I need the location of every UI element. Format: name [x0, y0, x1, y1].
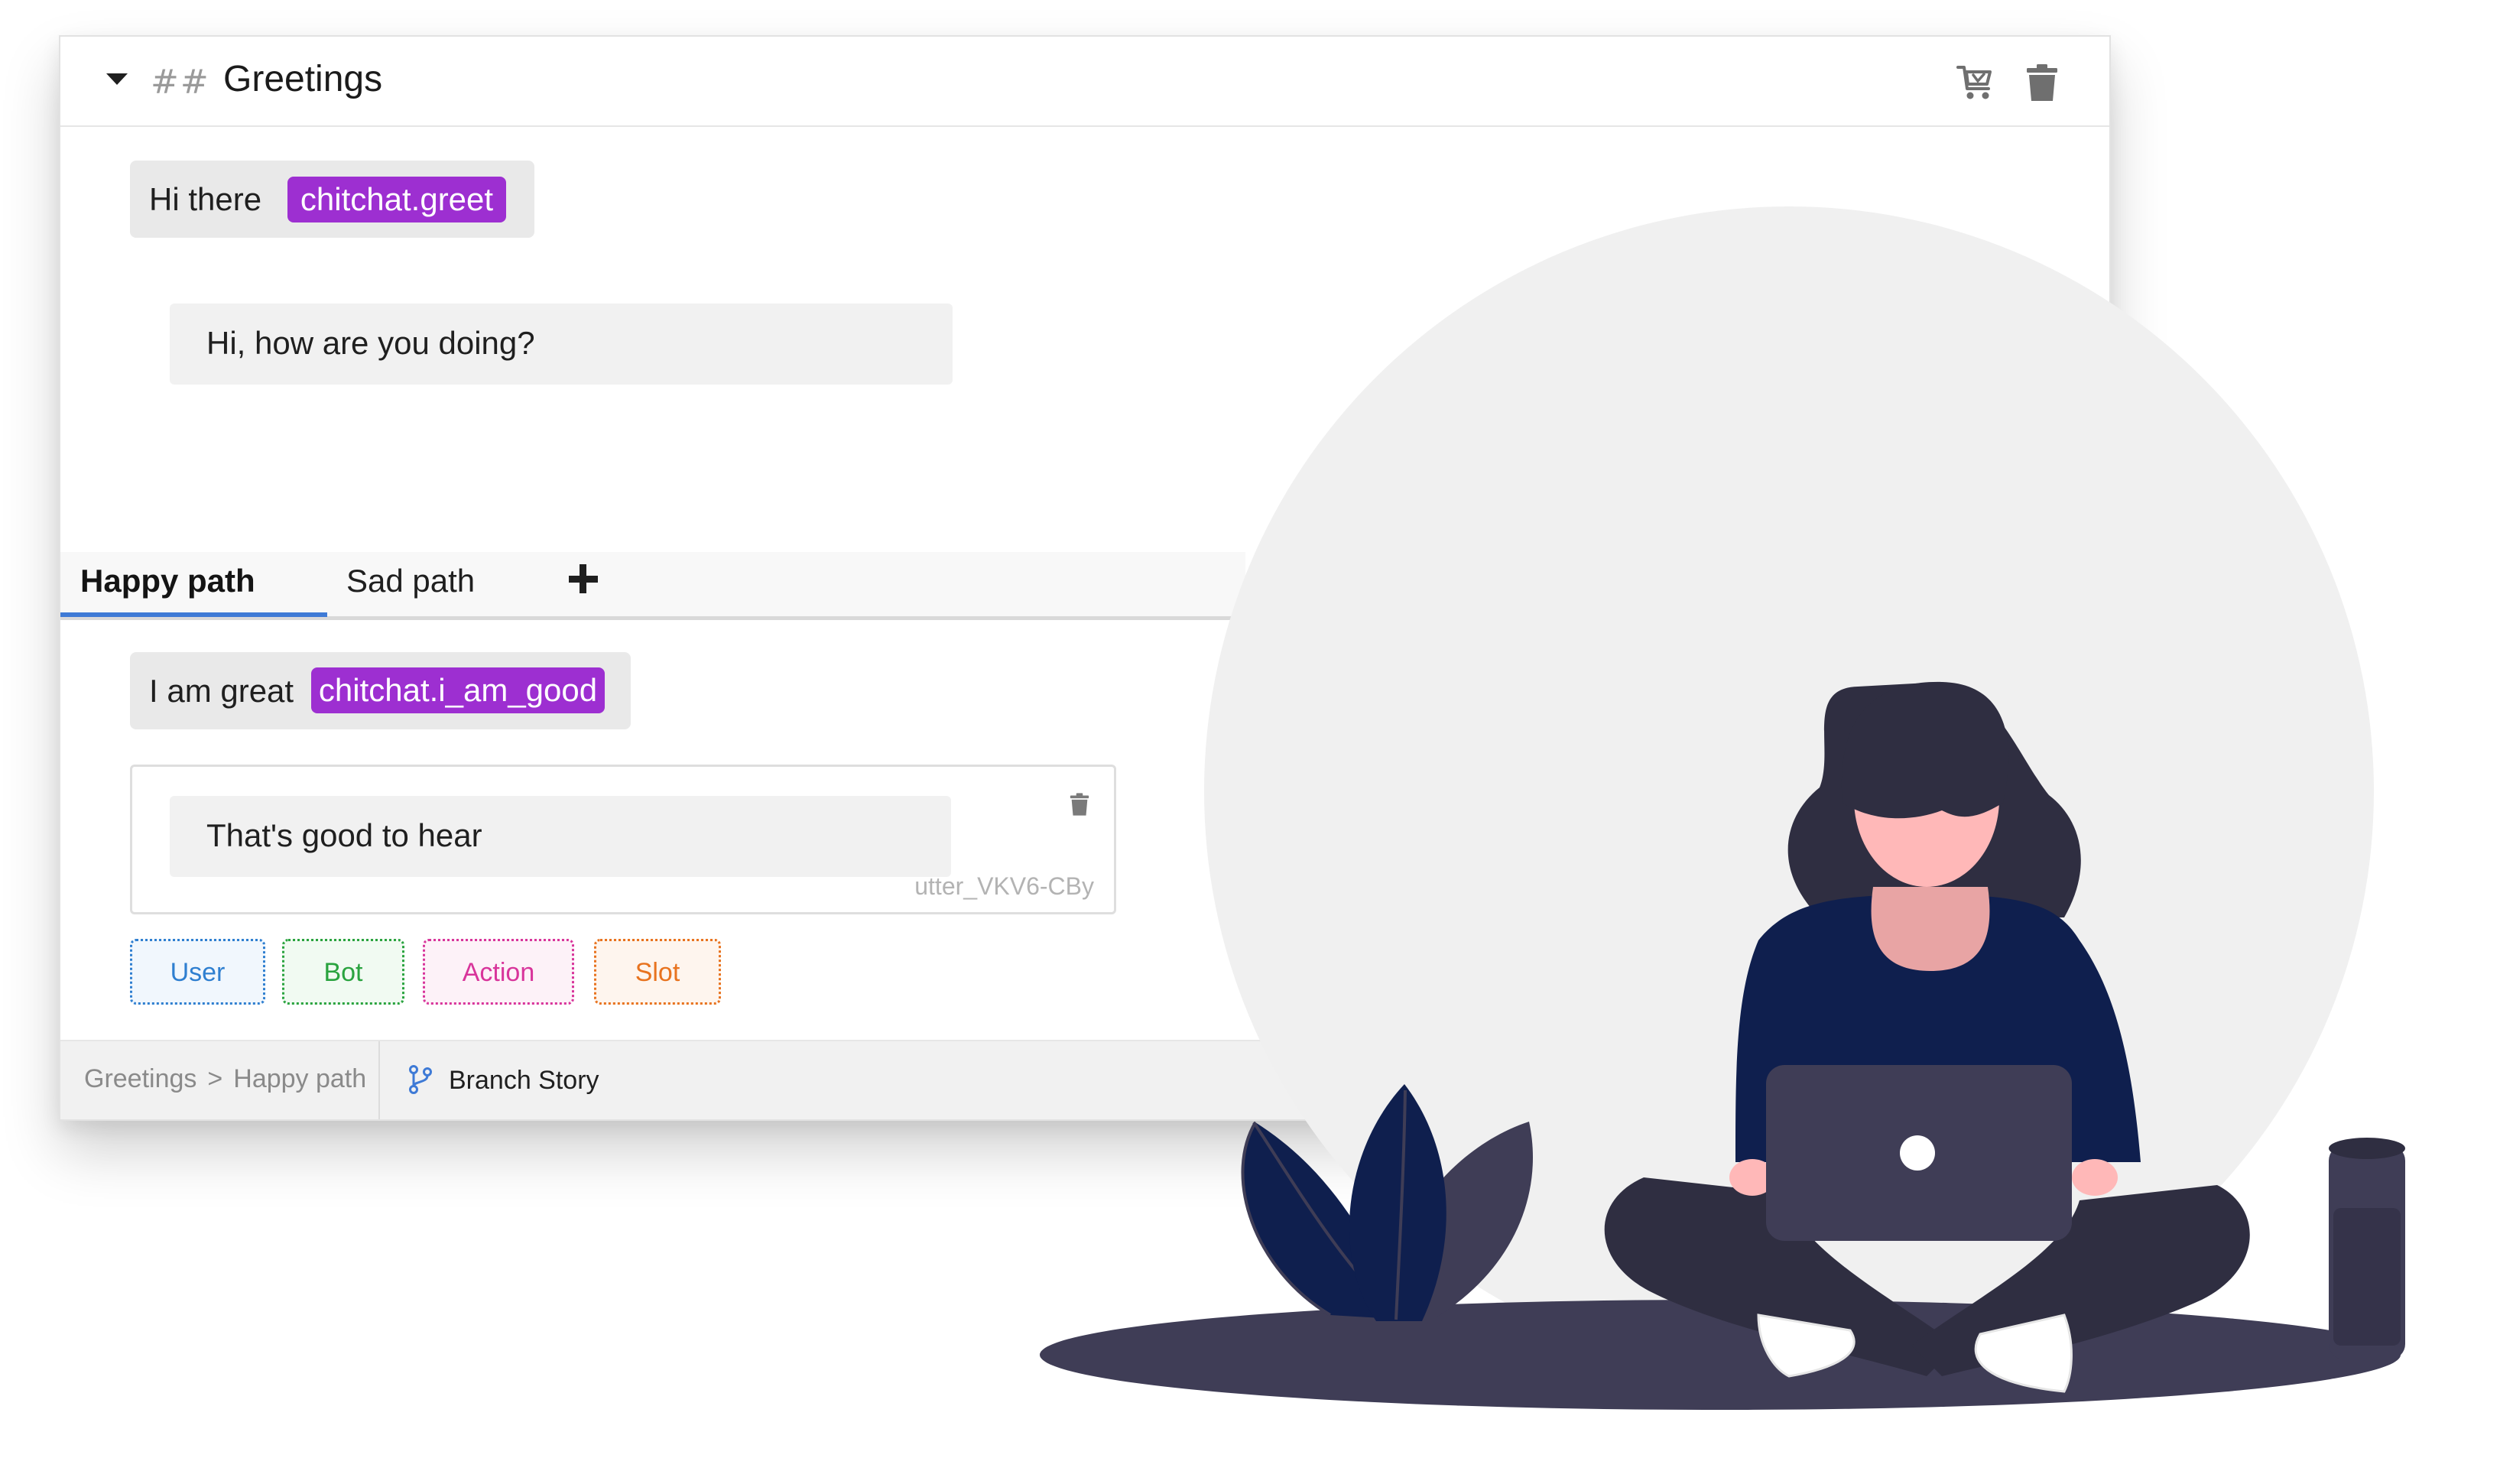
user-utterance[interactable]: I am great chitchat.i_am_good [130, 652, 631, 729]
add-user-button[interactable]: User [130, 939, 265, 1005]
tab-sad-path[interactable]: Sad path [346, 563, 475, 599]
intent-label[interactable]: chitchat.greet [287, 177, 506, 222]
breadcrumb-item[interactable]: Happy path [233, 1064, 366, 1093]
cart-icon[interactable] [1955, 61, 1998, 104]
branch-story-button[interactable]: Branch Story [449, 1066, 599, 1096]
utter-id: utter_VKV6-CBy [914, 872, 1094, 900]
breadcrumb: Greetings > Happy path [84, 1064, 377, 1094]
heading-marker: ## [151, 63, 210, 102]
active-tab-indicator [60, 612, 327, 617]
breadcrumb-separator: > [207, 1064, 223, 1093]
intent-label[interactable]: chitchat.i_am_good [311, 667, 605, 713]
bot-utterance[interactable]: That's good to hear [170, 796, 951, 877]
plus-icon[interactable] [566, 561, 599, 595]
footer-divider [378, 1041, 380, 1119]
story-header: ## Greetings [60, 37, 2109, 127]
add-action-button[interactable]: Action [423, 939, 574, 1005]
bot-utterance-text[interactable]: Hi, how are you doing? [206, 325, 535, 362]
user-utterance-text[interactable]: I am great [149, 673, 294, 710]
bot-utterance[interactable]: Hi, how are you doing? [170, 304, 953, 385]
story-footer: Greetings > Happy path Branch Story [60, 1040, 2109, 1119]
tab-happy-path[interactable]: Happy path [80, 563, 255, 599]
user-utterance[interactable]: Hi there chitchat.greet [130, 161, 534, 238]
smart-speaker-icon [2329, 1138, 2405, 1359]
trash-icon[interactable] [1067, 791, 1093, 817]
trash-icon[interactable] [2021, 61, 2063, 104]
git-branch-icon[interactable] [407, 1064, 433, 1095]
story-card: ## Greetings Hi there chitchat.greet Hi,… [59, 35, 2111, 1121]
add-bot-button[interactable]: Bot [282, 939, 404, 1005]
bot-response-box: That's good to hear utter_VKV6-CBy [130, 765, 1116, 914]
branch-tabs: Happy path Sad path [60, 552, 1245, 620]
user-utterance-text[interactable]: Hi there [149, 181, 261, 218]
bot-utterance-text[interactable]: That's good to hear [206, 817, 482, 854]
breadcrumb-item[interactable]: Greetings [84, 1064, 196, 1093]
caret-down-icon[interactable] [106, 73, 128, 85]
add-slot-button[interactable]: Slot [594, 939, 721, 1005]
story-title[interactable]: Greetings [223, 58, 382, 100]
floor-shadow [1040, 1300, 2401, 1410]
